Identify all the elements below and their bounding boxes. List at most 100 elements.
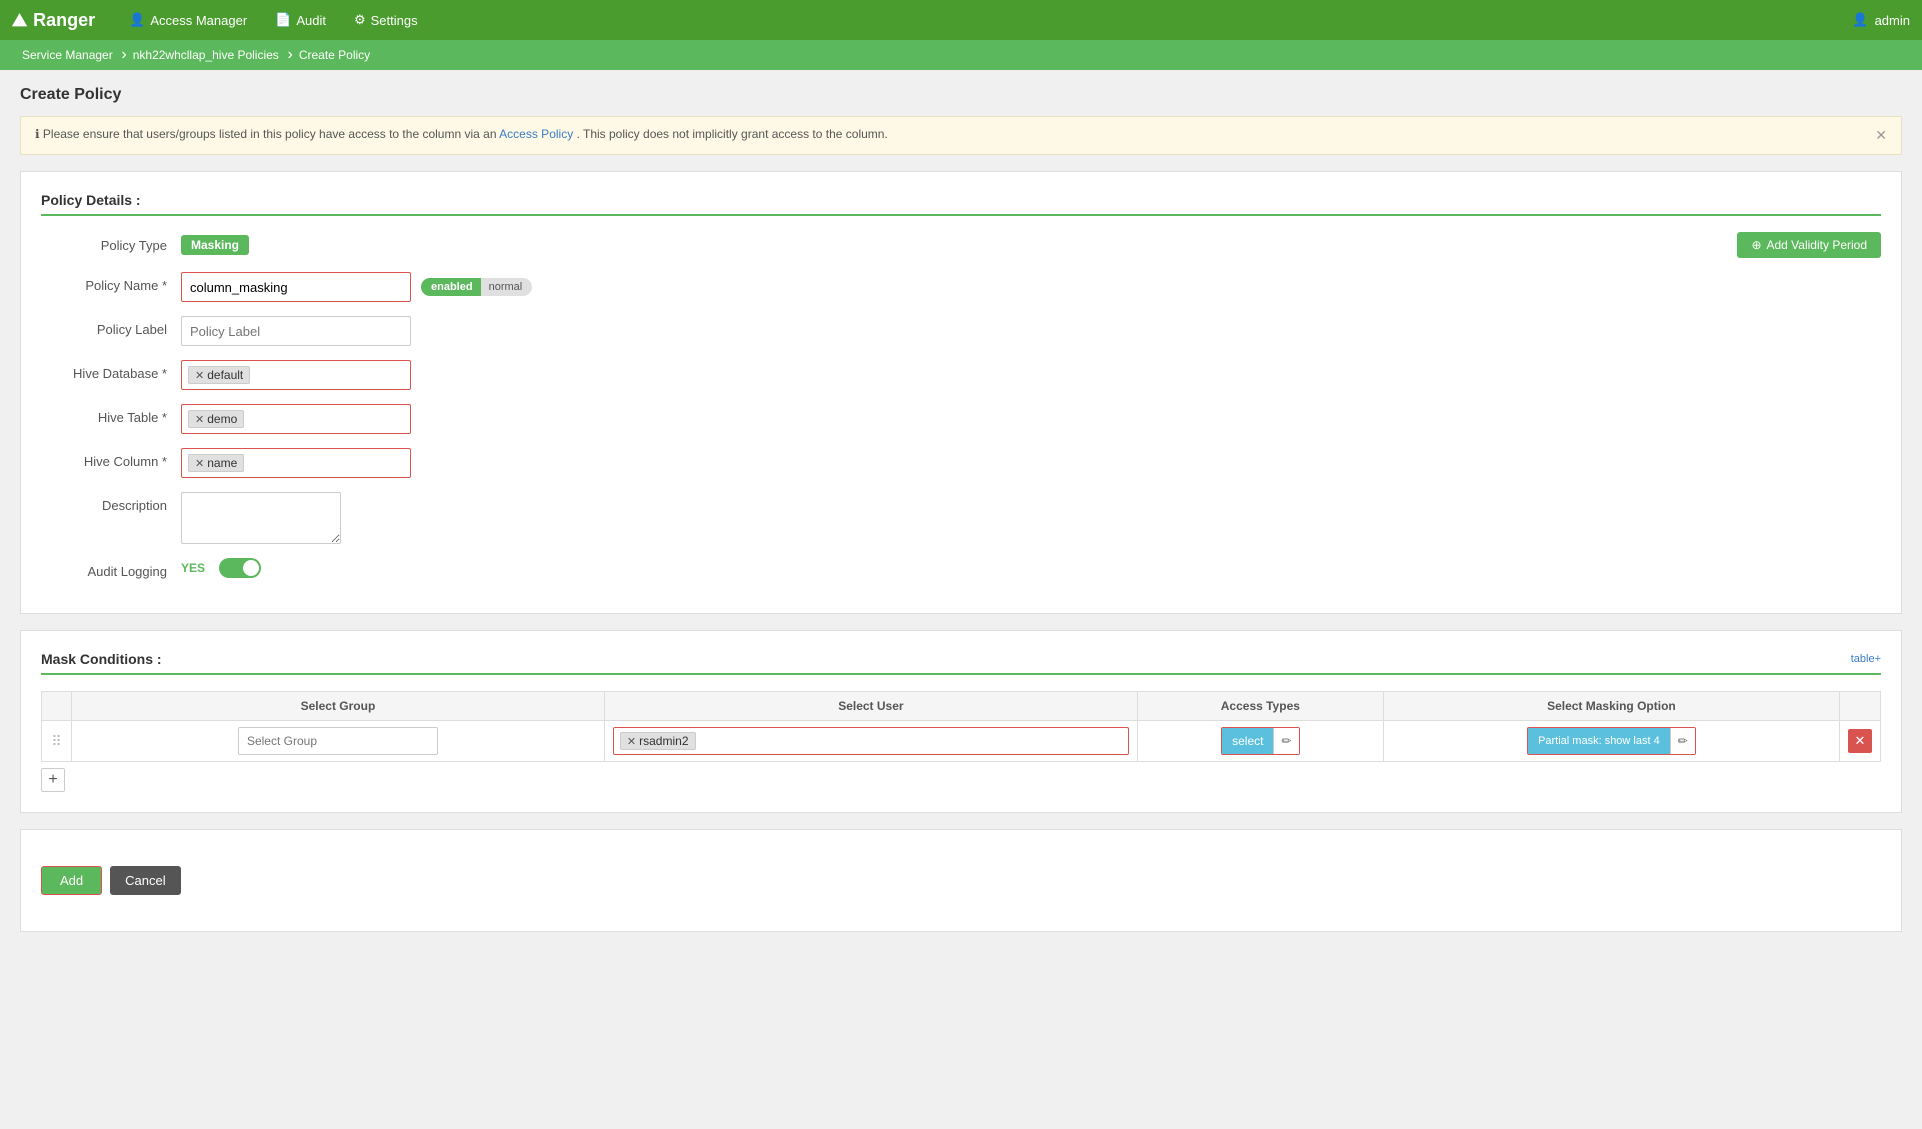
nav-settings-label: Settings (371, 13, 418, 28)
select-user-input[interactable]: ✕ rsadmin2 (613, 727, 1129, 755)
select-user-header: Select User (604, 692, 1137, 721)
hive-table-tag-remove[interactable]: ✕ (195, 413, 204, 426)
policy-type-row: Policy Type Masking ⊕ Add Validity Perio… (41, 232, 1881, 258)
nav-audit-label: Audit (296, 13, 326, 28)
conditions-table: Select Group Select User Access Types Se… (41, 691, 1881, 762)
description-row: Description (41, 492, 1881, 544)
audit-logging-toggle[interactable] (219, 558, 261, 578)
table-link[interactable]: table+ (1851, 653, 1881, 665)
drag-handle-icon[interactable]: ⠿ (51, 733, 61, 749)
mask-conditions-title: Mask Conditions : (41, 651, 162, 667)
policy-details-title: Policy Details : (41, 192, 141, 208)
mask-conditions-header: Mask Conditions : table+ (41, 651, 1881, 675)
add-validity-label: Add Validity Period (1767, 238, 1868, 252)
masking-option-cell: Partial mask: show last 4 ✏ (1383, 721, 1839, 762)
edit-masking-option-button[interactable]: ✏ (1670, 728, 1695, 754)
select-group-input[interactable] (238, 727, 438, 755)
breadcrumb-service-manager[interactable]: Service Manager (12, 40, 123, 70)
enabled-toggle[interactable]: enabled normal (421, 278, 532, 296)
policy-name-row: Policy Name * enabled normal (41, 272, 1881, 302)
policy-type-label: Policy Type (41, 232, 181, 253)
policy-name-input[interactable] (181, 272, 411, 302)
plus-circle-icon: ⊕ (1751, 238, 1761, 252)
brand-name: Ranger (33, 10, 95, 31)
normal-badge: normal (481, 278, 533, 296)
policy-details-card: Policy Details : Policy Type Masking ⊕ A… (20, 171, 1902, 614)
brand[interactable]: ⛰ Ranger (12, 10, 95, 31)
breadcrumb: Service Manager nkh22whcllap_hive Polici… (0, 40, 1922, 70)
audit-logging-row: Audit Logging YES (41, 558, 1881, 579)
policy-label-row: Policy Label (41, 316, 1881, 346)
masking-option-button[interactable]: Partial mask: show last 4 (1528, 728, 1670, 754)
edit-access-type-button[interactable]: ✏ (1273, 728, 1298, 754)
access-manager-icon: 👤 (129, 12, 145, 28)
page-title: Create Policy (20, 86, 1902, 104)
hive-table-tag-value: demo (207, 412, 237, 426)
alert-close-button[interactable]: ✕ (1875, 127, 1887, 144)
access-types-header: Access Types (1137, 692, 1383, 721)
hive-database-tag-value: default (207, 368, 243, 382)
description-textarea[interactable] (181, 492, 341, 544)
alert-message-after: . This policy does not implicitly grant … (577, 127, 888, 141)
policy-name-label: Policy Name * (41, 272, 181, 293)
breadcrumb-create-policy[interactable]: Create Policy (289, 40, 380, 70)
user-tag-value: rsadmin2 (639, 734, 688, 748)
select-group-cell (72, 721, 605, 762)
user-tag-remove[interactable]: ✕ (627, 735, 636, 748)
nav-access-manager[interactable]: 👤 Access Manager (115, 0, 261, 40)
mask-conditions-card: Mask Conditions : table+ Select Group Se… (20, 630, 1902, 813)
access-types-cell: select ✏ (1137, 721, 1383, 762)
conditions-table-header: Select Group Select User Access Types Se… (42, 692, 1881, 721)
policy-type-badge: Masking (181, 235, 249, 255)
alert-box: ℹ Please ensure that users/groups listed… (20, 116, 1902, 155)
nav-settings[interactable]: ⚙ Settings (340, 0, 432, 40)
hive-database-input[interactable]: ✕ default (181, 360, 411, 390)
description-label: Description (41, 492, 181, 513)
top-nav: ⛰ Ranger 👤 Access Manager 📄 Audit ⚙ Sett… (0, 0, 1922, 40)
select-group-header: Select Group (72, 692, 605, 721)
add-validity-period-button[interactable]: ⊕ Add Validity Period (1737, 232, 1881, 258)
breadcrumb-policies[interactable]: nkh22whcllap_hive Policies (123, 40, 289, 70)
bottom-actions-card: Add Cancel (20, 829, 1902, 932)
page-content: Create Policy ℹ Please ensure that users… (0, 70, 1922, 1129)
nav-audit[interactable]: 📄 Audit (261, 0, 340, 40)
nav-access-manager-label: Access Manager (150, 13, 247, 28)
delete-cell: ✕ (1840, 721, 1881, 762)
table-row: ⠿ ✕ rsadmin2 (42, 721, 1881, 762)
masking-option-select[interactable]: Partial mask: show last 4 ✏ (1527, 727, 1696, 755)
drag-column-header (42, 692, 72, 721)
hive-database-row: Hive Database * ✕ default (41, 360, 1881, 390)
hive-database-tag-remove[interactable]: ✕ (195, 369, 204, 382)
access-types-select[interactable]: select ✏ (1221, 727, 1299, 755)
user-tag: ✕ rsadmin2 (620, 732, 696, 750)
audit-logging-status: YES (181, 561, 205, 575)
alert-text: ℹ Please ensure that users/groups listed… (35, 127, 1865, 141)
delete-row-button[interactable]: ✕ (1848, 729, 1872, 753)
hive-table-row: Hive Table * ✕ demo (41, 404, 1881, 434)
hive-column-input[interactable]: ✕ name (181, 448, 411, 478)
add-condition-row-button[interactable]: + (41, 768, 65, 792)
hive-table-tag: ✕ demo (188, 410, 244, 428)
select-access-type-button[interactable]: select (1222, 728, 1273, 754)
cancel-button[interactable]: Cancel (110, 866, 180, 895)
hive-table-label: Hive Table * (41, 404, 181, 425)
alert-link[interactable]: Access Policy (499, 127, 573, 141)
hive-column-row: Hive Column * ✕ name (41, 448, 1881, 478)
hive-database-tag: ✕ default (188, 366, 250, 384)
hive-column-tag: ✕ name (188, 454, 244, 472)
action-column-header (1840, 692, 1881, 721)
alert-message-before: Please ensure that users/groups listed i… (43, 127, 499, 141)
hive-table-input[interactable]: ✕ demo (181, 404, 411, 434)
hive-database-label: Hive Database * (41, 360, 181, 381)
drag-handle-cell: ⠿ (42, 721, 72, 762)
add-button[interactable]: Add (41, 866, 102, 895)
user-icon: 👤 (1852, 12, 1868, 28)
policy-label-input[interactable] (181, 316, 411, 346)
brand-icon: ⛰ (12, 10, 27, 31)
settings-icon: ⚙ (354, 12, 366, 28)
audit-icon: 📄 (275, 12, 291, 28)
select-masking-header: Select Masking Option (1383, 692, 1839, 721)
hive-column-label: Hive Column * (41, 448, 181, 469)
nav-left: ⛰ Ranger 👤 Access Manager 📄 Audit ⚙ Sett… (12, 0, 432, 40)
hive-column-tag-remove[interactable]: ✕ (195, 457, 204, 470)
